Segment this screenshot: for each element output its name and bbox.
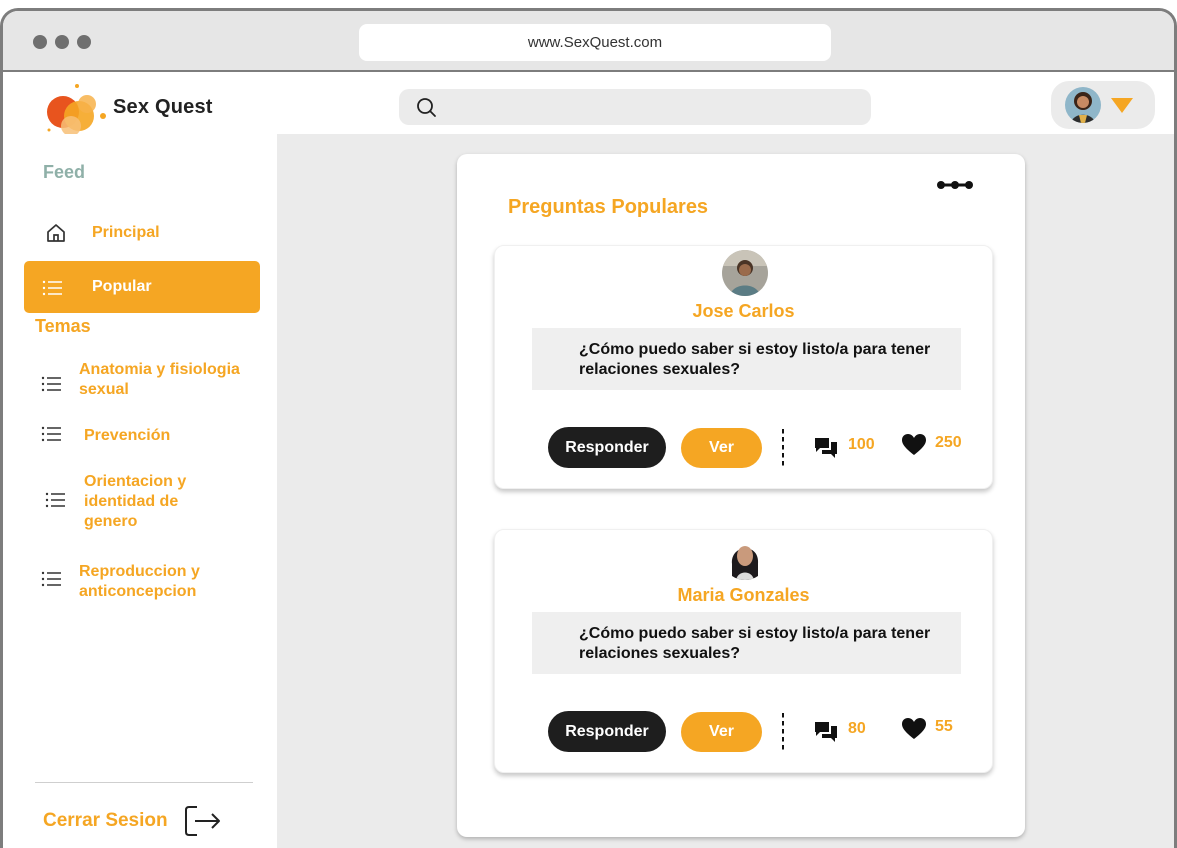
reply-button[interactable]: Responder [548,427,666,468]
list-icon [41,571,61,587]
search-bar[interactable] [399,89,871,125]
comments-count: 80 [848,720,866,737]
url-text: www.SexQuest.com [527,34,663,51]
browser-window: www.SexQuest.com Sex Quest Feed Principa… [0,8,1177,848]
topics-heading: Temas [35,316,91,336]
logout-link[interactable]: Cerrar Sesion [43,810,168,832]
question-card: Jose Carlos ¿Cómo puedo saber si estoy l… [494,245,993,489]
logout-icon[interactable] [183,803,223,839]
window-dot-icon[interactable] [33,35,47,49]
action-divider [782,713,784,751]
sidebar-item-label: Principal [92,224,160,241]
window-controls [33,35,91,49]
comments-icon[interactable] [813,435,839,459]
popular-questions-panel: Preguntas Populares Jose Carlos ¿Cómo pu… [457,154,1025,837]
heart-icon[interactable] [901,717,927,741]
search-icon[interactable] [415,96,437,118]
sidebar-topic-reproduccion[interactable]: Reproduccion y anticoncepcion [79,562,229,602]
sidebar-topic-anatomia[interactable]: Anatomia y fisiologia sexual [79,360,249,400]
comments-count: 100 [848,436,875,453]
likes-count: 250 [935,434,962,451]
list-icon [41,376,61,392]
action-divider [782,429,784,467]
list-icon [41,426,61,442]
sidebar-topic-orientacion[interactable]: Orientacion y identidad de genero [84,472,214,532]
sidebar-divider [35,782,253,783]
window-dot-icon[interactable] [77,35,91,49]
browser-titlebar: www.SexQuest.com [3,11,1174,72]
main-content: Preguntas Populares Jose Carlos ¿Cómo pu… [277,134,1174,848]
likes-count: 55 [935,718,953,735]
panel-title: Preguntas Populares [508,196,709,218]
app-header: Sex Quest [3,74,1174,136]
sex-quest-logo [47,84,106,136]
window-dot-icon[interactable] [55,35,69,49]
home-icon [47,224,65,242]
list-icon [45,492,65,508]
user-avatar[interactable] [1065,87,1101,123]
sidebar: Feed Principal Popular Temas Anatomia y … [3,134,277,848]
chevron-down-icon[interactable] [1111,98,1133,113]
heart-icon[interactable] [901,433,927,457]
view-button[interactable]: Ver [681,712,762,752]
comments-icon[interactable] [813,719,839,743]
sidebar-item-label: Popular [92,278,152,295]
url-bar[interactable]: www.SexQuest.com [359,24,831,61]
author-avatar[interactable] [722,534,768,580]
brand-name: Sex Quest [113,96,213,118]
list-icon [42,280,62,296]
sidebar-topic-prevencion[interactable]: Prevención [84,426,254,446]
author-avatar[interactable] [722,250,768,296]
feed-heading: Feed [43,162,86,182]
reply-button[interactable]: Responder [548,711,666,752]
more-options-icon[interactable] [935,178,975,192]
question-text: ¿Cómo puedo saber si estoy listo/a para … [532,612,961,674]
sidebar-item-popular[interactable]: Popular [24,261,260,313]
view-button[interactable]: Ver [681,428,762,468]
user-menu-button[interactable] [1051,81,1155,129]
question-text: ¿Cómo puedo saber si estoy listo/a para … [532,328,961,390]
sidebar-item-principal[interactable]: Principal [41,212,261,254]
question-card: Maria Gonzales ¿Cómo puedo saber si esto… [494,529,993,773]
author-name[interactable]: Maria Gonzales [495,585,992,606]
author-name[interactable]: Jose Carlos [495,301,992,322]
